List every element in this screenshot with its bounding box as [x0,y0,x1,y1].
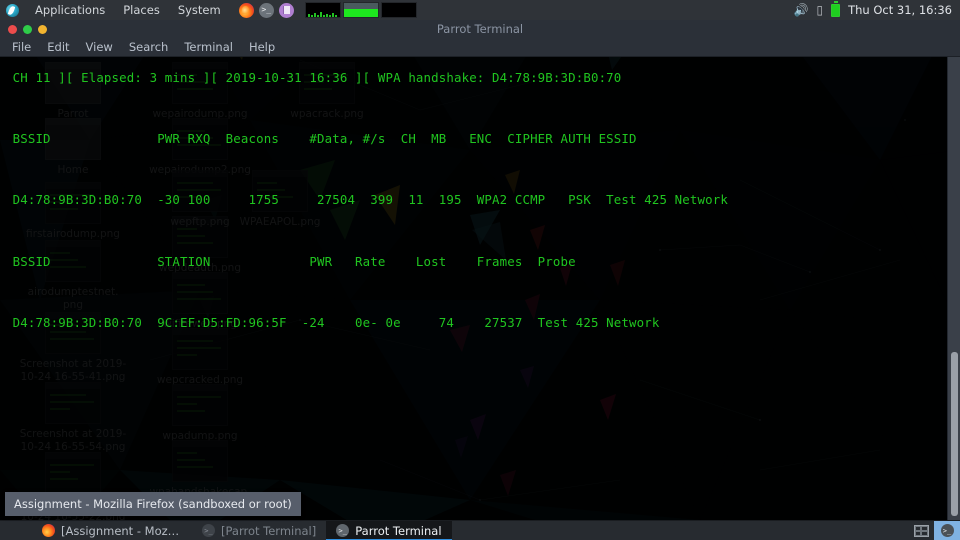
menubar: File Edit View Search Terminal Help [0,38,960,57]
taskbar-item-terminal-active-label: Parrot Terminal [355,523,442,538]
terminal-launcher-icon[interactable]: >_ [258,2,274,18]
taskbar-tray: >_ [908,520,960,540]
terminal-line: D4:78:9B:3D:B0:70 -30 100 1755 27504 399… [5,192,728,208]
panel-tray: 🔊 ▯ Thu Oct 31, 16:36 [794,1,952,17]
menu-system[interactable]: System [169,0,230,20]
terminal-icon: >_ [940,524,954,537]
menu-edit[interactable]: Edit [39,38,77,57]
window-titlebar[interactable]: Parrot Terminal [0,20,960,38]
terminal-scrollbar-thumb[interactable] [951,352,958,516]
firefox-icon [42,524,55,537]
menu-terminal[interactable]: Terminal [176,38,241,57]
menu-applications[interactable]: Applications [26,0,114,20]
memory-monitor-applet[interactable] [343,2,379,18]
top-panel: Applications Places System >_ 🔊 ▯ Thu Oc… [0,0,960,20]
menu-view[interactable]: View [78,38,121,57]
parrot-logo-icon[interactable] [6,3,19,17]
taskbar-item-terminal-minimized-label: [Parrot Terminal] [221,523,317,538]
terminal-text: CH 11 ][ Elapsed: 3 mins ][ 2019-10-31 1… [5,63,938,338]
grid-icon [913,524,929,537]
terminal-line: BSSID STATION PWR Rate Lost Frames Probe [5,253,576,269]
terminal-icon: >_ [336,524,350,537]
text-editor-launcher-icon[interactable] [278,2,294,18]
cpu-monitor-applet[interactable] [305,2,341,18]
taskbar-item-terminal-active[interactable]: >_ Parrot Terminal [326,520,452,540]
volume-icon[interactable]: 🔊 [794,4,809,16]
firefox-launcher-icon[interactable] [238,2,254,18]
terminal-scrollbar[interactable] [947,57,960,520]
battery-icon[interactable] [831,1,841,17]
desktop-screen: airodumptestnet.pngScreenshot at 2019-10… [0,0,960,540]
workspace-terminal-icon[interactable]: >_ [934,520,960,540]
terminal-line: CH 11 ][ Elapsed: 3 mins ][ 2019-10-31 1… [5,70,622,85]
show-desktop-button[interactable] [0,521,32,540]
taskbar-item-firefox[interactable]: [Assignment - Mozilla ... [32,521,192,540]
network-monitor-applet[interactable] [381,2,417,18]
taskbar-item-terminal-minimized[interactable]: >_ [Parrot Terminal] [192,521,326,540]
taskbar: [Assignment - Mozilla ... >_ [Parrot Ter… [0,520,960,540]
terminal-line: D4:78:9B:3D:B0:70 9C:EF:D5:FD:96:5F -24 … [5,314,660,330]
clock[interactable]: Thu Oct 31, 16:36 [848,3,952,17]
taskbar-item-firefox-label: [Assignment - Mozilla ... [61,523,182,538]
menu-help[interactable]: Help [241,38,283,57]
menu-places[interactable]: Places [114,0,169,20]
menu-file[interactable]: File [4,38,39,57]
taskbar-tooltip: Assignment - Mozilla Firefox (sandboxed … [5,492,301,516]
panel-launchers: >_ [238,2,294,18]
system-monitor-applets [305,2,417,18]
workspace-switcher-icon[interactable] [908,521,934,540]
terminal-window[interactable]: Parrot Terminal File Edit View Search Te… [0,20,960,520]
terminal-icon: >_ [202,524,215,537]
window-title: Parrot Terminal [436,22,524,36]
terminal-line: BSSID PWR RXQ Beacons #Data, #/s CH MB E… [5,131,637,147]
terminal-output-area[interactable]: CH 11 ][ Elapsed: 3 mins ][ 2019-10-31 1… [0,57,960,520]
menu-search[interactable]: Search [121,38,177,57]
display-off-icon[interactable]: ▯ [817,4,824,16]
